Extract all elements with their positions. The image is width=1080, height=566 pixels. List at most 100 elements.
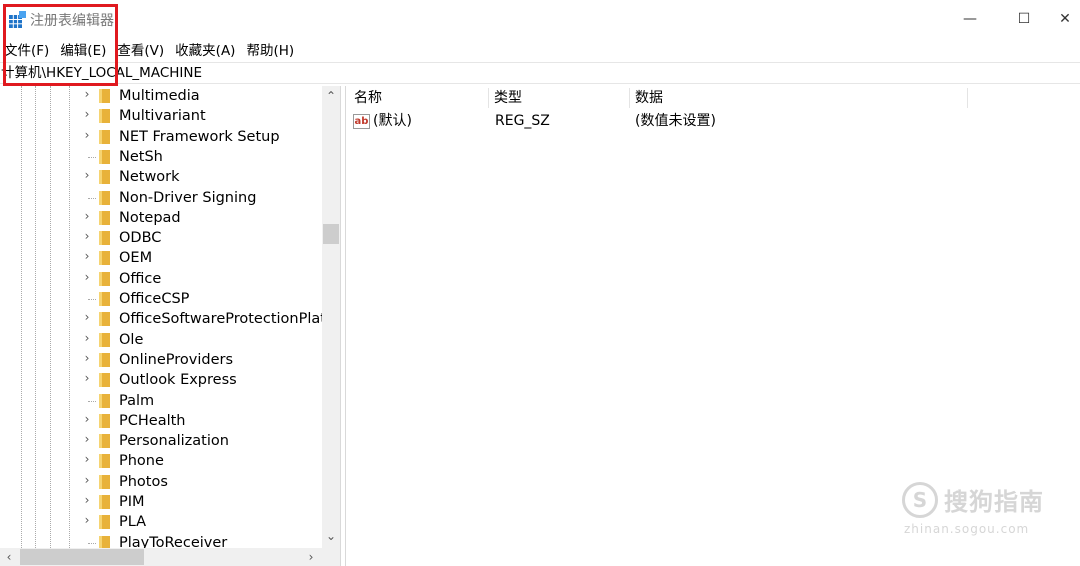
expand-arrow-icon[interactable]: ›: [82, 513, 92, 527]
tree-item[interactable]: › Network: [0, 167, 322, 187]
expand-arrow-icon[interactable]: ›: [82, 412, 92, 426]
tree-item-label: PlayToReceiver: [119, 534, 228, 548]
tree-vertical-scrollbar[interactable]: ⌃ ⌄: [322, 86, 340, 548]
expand-arrow-icon[interactable]: ›: [82, 493, 92, 507]
expand-arrow-icon[interactable]: ›: [82, 270, 92, 284]
tree-connector-line: [88, 197, 96, 199]
column-separator[interactable]: [629, 88, 630, 108]
tree-item[interactable]: › Photos: [0, 472, 322, 492]
expand-arrow-icon[interactable]: ›: [82, 249, 92, 263]
tree-item[interactable]: › NET Framework Setup: [0, 127, 322, 147]
expand-arrow-icon[interactable]: ›: [82, 473, 92, 487]
folder-icon: [99, 89, 110, 103]
folder-icon: [99, 271, 110, 286]
tree-item-label: OfficeCSP: [119, 291, 190, 307]
value-name: (默认): [373, 113, 412, 129]
expand-arrow-icon[interactable]: ›: [82, 107, 92, 121]
menu-edit[interactable]: 编辑(E): [60, 39, 106, 59]
folder-icon: [99, 251, 110, 266]
folder-icon: [99, 190, 110, 205]
tree-item[interactable]: › PIM: [0, 492, 322, 512]
maximize-button[interactable]: ☐: [1004, 6, 1044, 32]
folder-icon: [99, 170, 110, 185]
folder-icon: [99, 413, 110, 428]
tree-item-label: ODBC: [119, 230, 162, 247]
tree-connector-line: [88, 299, 96, 300]
tree-item[interactable]: › Office: [0, 269, 322, 289]
tree-item-label: Palm: [119, 392, 155, 409]
tree-item[interactable]: NetSh: [0, 147, 322, 167]
tree-item-label: Network: [119, 169, 180, 186]
expand-arrow-icon[interactable]: ›: [82, 371, 92, 385]
expand-arrow-icon[interactable]: ›: [82, 432, 92, 446]
scroll-left-icon[interactable]: ‹: [0, 548, 18, 566]
tree-item[interactable]: PlayToReceiver: [0, 533, 322, 548]
folder-icon: [99, 495, 110, 509]
tree-item-label: NET Framework Setup: [119, 128, 280, 145]
sogou-watermark: S 搜狗指南 zhinan.sogou.com: [902, 478, 1062, 542]
expand-arrow-icon[interactable]: ›: [82, 168, 92, 182]
tree-item-label: OnlineProviders: [119, 351, 234, 368]
folder-icon: [99, 393, 110, 408]
scroll-down-icon[interactable]: ⌄: [322, 526, 340, 546]
scroll-up-icon[interactable]: ⌃: [322, 86, 340, 106]
folder-icon: [99, 210, 110, 225]
minimize-icon: —: [963, 11, 977, 27]
tree-connector-line: [88, 400, 96, 402]
tree-item[interactable]: › Multimedia: [0, 86, 322, 106]
close-button[interactable]: ✕: [1050, 6, 1080, 32]
column-header-name[interactable]: 名称: [354, 89, 382, 107]
menu-file[interactable]: 文件(F): [4, 39, 49, 59]
expand-arrow-icon[interactable]: ›: [82, 452, 92, 466]
expand-arrow-icon[interactable]: ›: [82, 331, 92, 345]
tree-item[interactable]: › Multivariant: [0, 106, 322, 126]
tree-item[interactable]: › Outlook Express: [0, 370, 322, 390]
expand-arrow-icon[interactable]: ›: [82, 351, 92, 365]
tree-item[interactable]: › OnlineProviders: [0, 350, 322, 370]
scroll-right-icon[interactable]: ›: [302, 548, 320, 566]
tree-item[interactable]: › OEM: [0, 248, 322, 268]
tree-item[interactable]: › ODBC: [0, 228, 322, 248]
tree-item-label: Photos: [119, 473, 168, 490]
tree-item[interactable]: › Ole: [0, 330, 322, 350]
expand-arrow-icon[interactable]: ›: [82, 310, 92, 324]
menu-bar: 文件(F) 编辑(E) 查看(V) 收藏夹(A) 帮助(H): [0, 38, 1080, 60]
folder-icon: [99, 454, 110, 469]
folder-icon: [99, 129, 110, 144]
expand-arrow-icon[interactable]: ›: [82, 229, 92, 243]
folder-icon: [99, 535, 110, 548]
column-header-type[interactable]: 类型: [494, 89, 522, 107]
tree-item[interactable]: › Phone: [0, 451, 322, 471]
tree-horizontal-scrollbar[interactable]: ‹ ›: [0, 548, 340, 566]
tree-item[interactable]: Non-Driver Signing: [0, 188, 322, 208]
value-type: REG_SZ: [495, 113, 550, 129]
tree-item[interactable]: › Notepad: [0, 208, 322, 228]
minimize-button[interactable]: —: [950, 6, 990, 32]
menu-favorites[interactable]: 收藏夹(A): [175, 39, 235, 59]
column-header-data[interactable]: 数据: [635, 89, 663, 107]
expand-arrow-icon[interactable]: ›: [82, 209, 92, 223]
tree-item[interactable]: › PCHealth: [0, 411, 322, 431]
folder-icon: [99, 231, 110, 246]
address-bar[interactable]: 计算机\HKEY_LOCAL_MACHINE: [0, 62, 1080, 84]
menu-view[interactable]: 查看(V): [117, 39, 164, 59]
tree-item-label: Multivariant: [119, 108, 206, 125]
expand-arrow-icon[interactable]: ›: [82, 128, 92, 142]
tree-item[interactable]: Palm: [0, 391, 322, 411]
horizontal-scroll-thumb[interactable]: [20, 549, 144, 565]
value-data: (数值未设置): [635, 113, 716, 129]
tree-item[interactable]: › Personalization: [0, 431, 322, 451]
folder-icon: [99, 332, 110, 347]
tree-item-label: PLA: [119, 514, 147, 531]
tree-item[interactable]: › OfficeSoftwareProtectionPlatfo: [0, 309, 322, 329]
menu-help[interactable]: 帮助(H): [246, 39, 294, 59]
column-separator[interactable]: [967, 88, 968, 108]
tree-item[interactable]: › PLA: [0, 512, 322, 532]
tree-item-label: Non-Driver Signing: [119, 189, 257, 206]
expand-arrow-icon[interactable]: ›: [82, 87, 92, 101]
value-row[interactable]: ab (默认) REG_SZ (数值未设置): [346, 110, 1080, 132]
column-separator[interactable]: [488, 88, 489, 108]
folder-icon: [99, 109, 110, 124]
vertical-scroll-thumb[interactable]: [323, 224, 339, 244]
tree-item[interactable]: OfficeCSP: [0, 289, 322, 309]
